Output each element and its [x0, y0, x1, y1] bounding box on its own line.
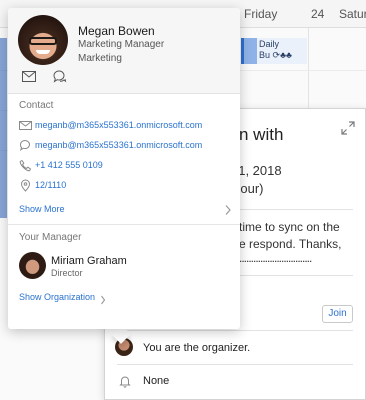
mail-icon[interactable] — [22, 70, 36, 83]
calendar-event-block[interactable] — [241, 38, 257, 64]
contact-name: Megan Bowen — [78, 24, 155, 38]
manager-title: Director — [51, 268, 83, 278]
reminder-value[interactable]: None — [143, 375, 169, 387]
divider — [117, 364, 353, 365]
contact-phone-link[interactable]: +1 412 555 0109 — [35, 160, 103, 170]
event-label: Daily — [259, 39, 280, 49]
event-message-line: e respond. Thanks, — [239, 237, 342, 251]
contact-card: Megan Bowen Marketing Manager Marketing … — [8, 8, 240, 329]
chat-icon[interactable] — [52, 69, 67, 84]
contact-department: Marketing — [78, 53, 122, 64]
event-message-dots: ............................... — [239, 251, 312, 265]
avatar[interactable] — [18, 15, 68, 65]
manager-name[interactable]: Miriam Graham — [51, 255, 127, 267]
chat-icon — [19, 139, 32, 152]
divider — [8, 224, 240, 225]
manager-heading: Your Manager — [19, 232, 82, 243]
contact-email-link[interactable]: meganb@m365x553361.onmicrosoft.com — [35, 120, 202, 130]
event-label-short: Bu — [259, 50, 271, 60]
contact-heading: Contact — [19, 100, 54, 111]
organizer-text: You are the organizer. — [143, 342, 251, 354]
contact-im-link[interactable]: meganb@m365x553361.onmicrosoft.com — [35, 140, 202, 150]
event-message-line: time to sync on the — [239, 220, 340, 234]
manager-avatar[interactable] — [19, 252, 46, 279]
day-header-24[interactable]: 24 — [311, 7, 324, 21]
bell-icon — [118, 374, 132, 388]
avatar-glasses — [29, 37, 57, 45]
chevron-right-icon[interactable] — [100, 292, 106, 305]
location-pin-icon — [19, 179, 32, 192]
chevron-right-icon[interactable] — [224, 203, 232, 215]
mail-icon — [19, 119, 32, 132]
event-title: n with — [239, 125, 284, 144]
calendar-event-strip[interactable] — [0, 38, 7, 218]
contact-office-link[interactable]: 12/1110 — [35, 180, 66, 190]
contact-job-title: Marketing Manager — [78, 39, 165, 50]
calendar-event-daily[interactable]: Daily Bu ⟳♣♣ — [257, 38, 307, 64]
show-organization-link[interactable]: Show Organization — [19, 292, 95, 302]
event-icons: ⟳♣♣ — [272, 50, 292, 60]
day-header-friday[interactable]: Friday — [244, 7, 277, 21]
expand-icon[interactable] — [341, 121, 355, 135]
join-button[interactable]: Join — [322, 305, 353, 323]
day-header-saturday[interactable]: Saturd — [339, 7, 366, 21]
phone-icon — [19, 159, 32, 172]
avatar-smile — [36, 50, 50, 54]
show-more-link[interactable]: Show More — [19, 204, 65, 214]
divider — [117, 330, 353, 331]
contact-header: Megan Bowen Marketing Manager Marketing — [8, 8, 240, 94]
